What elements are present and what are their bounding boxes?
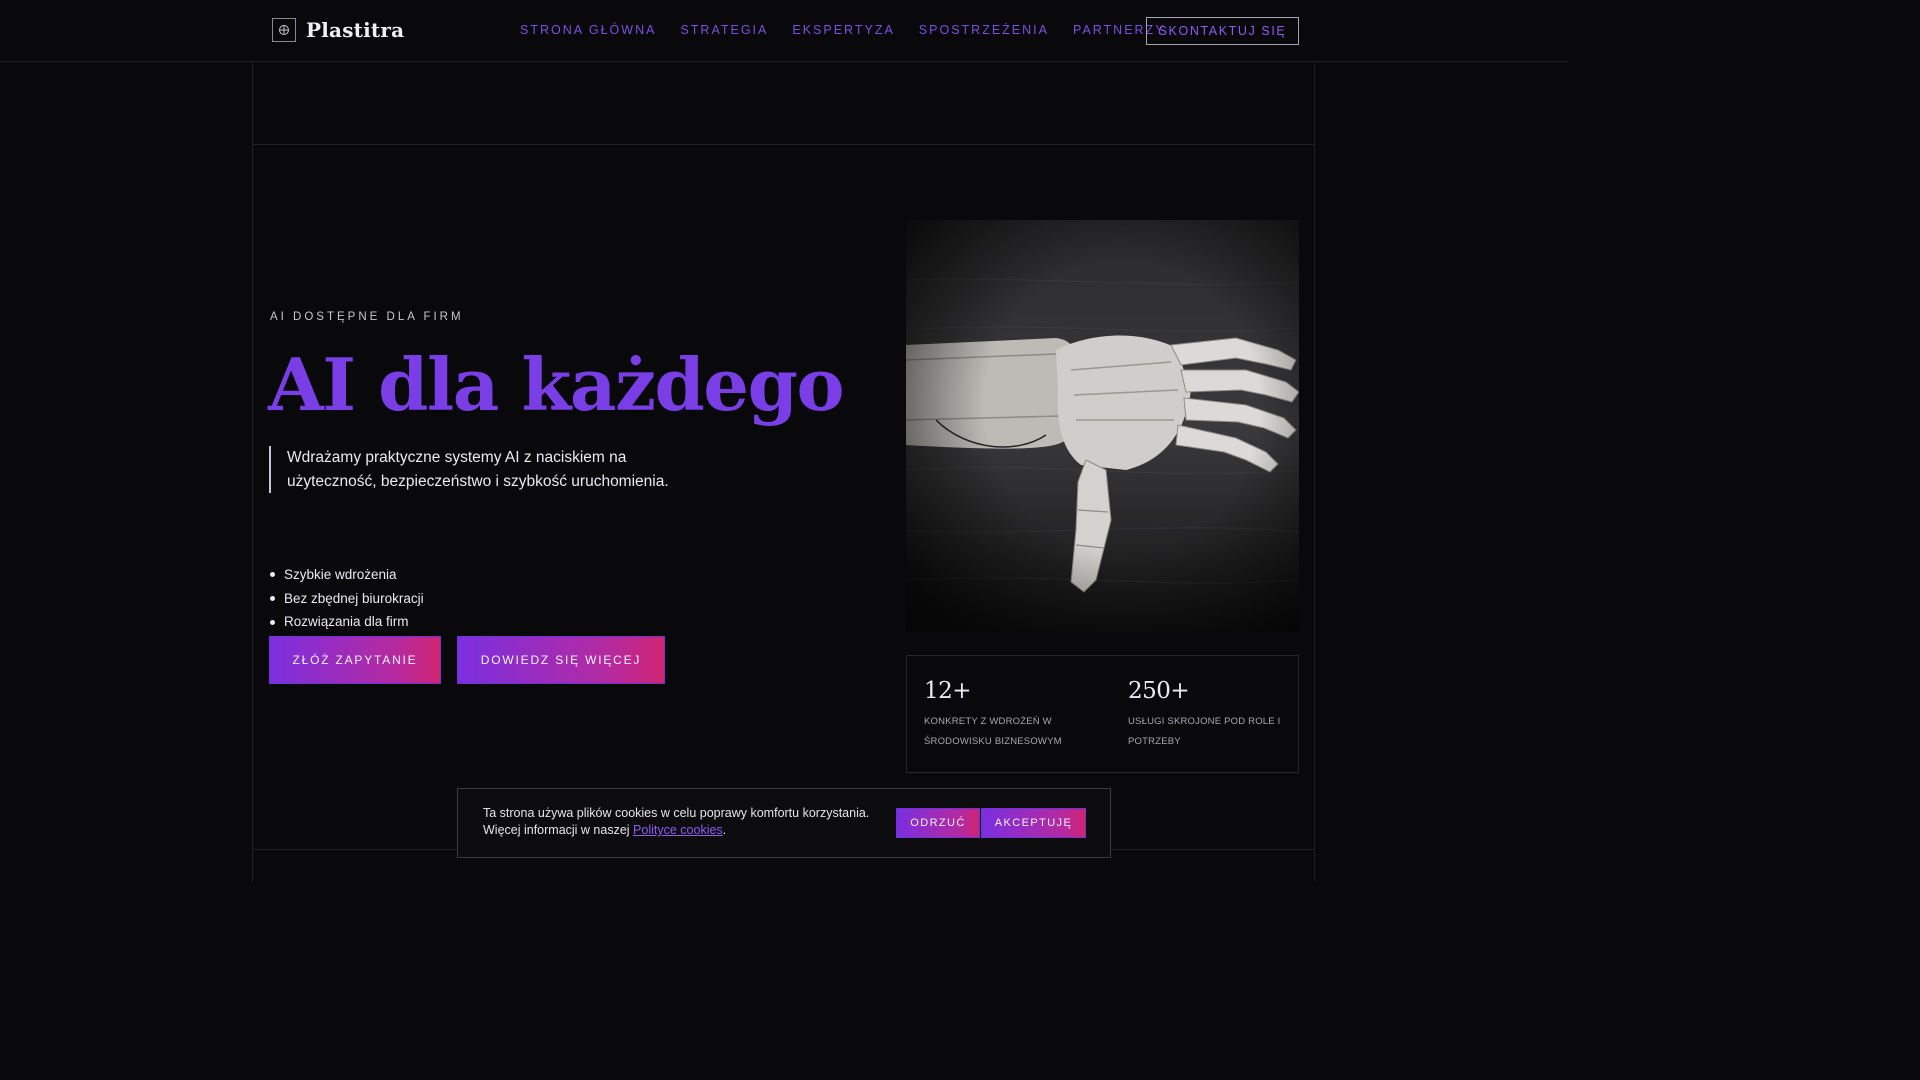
hero-eyebrow: AI DOSTĘPNE DLA FIRM <box>270 311 464 323</box>
list-item: Rozwiązania dla firm <box>270 610 424 634</box>
learn-more-button[interactable]: DOWIEDZ SIĘ WIĘCEJ <box>457 636 665 684</box>
frame-left-line <box>252 62 253 882</box>
cookie-text-prefix: Więcej informacji w naszej <box>483 823 634 837</box>
stat-label: KONKRETY Z WDROŻEŃ W ŚRODOWISKU BIZNESOW… <box>924 716 1062 747</box>
cookie-reject-button[interactable]: ODRZUĆ <box>896 808 980 838</box>
contact-button[interactable]: SKONTAKTUJ SIĘ <box>1146 17 1299 45</box>
bullet-text: Szybkie wdrożenia <box>284 567 397 582</box>
stats-panel: 12+ KONKRETY Z WDROŻEŃ W ŚRODOWISKU BIZN… <box>906 655 1299 773</box>
bullet-text: Rozwiązania dla firm <box>284 614 409 630</box>
logo[interactable]: Plastitra <box>272 18 404 42</box>
stat-value: 12+ <box>924 678 972 704</box>
submit-inquiry-button[interactable]: ZŁÓŻ ZAPYTANIE <box>269 636 441 684</box>
main-nav: STRONA GŁÓWNA STRATEGIA EKSPERTYZA SPOST… <box>520 23 1190 37</box>
nav-item-strategy[interactable]: STRATEGIA <box>680 23 768 37</box>
frame-right-line <box>1314 62 1315 882</box>
site-header: Plastitra STRONA GŁÓWNA STRATEGIA EKSPER… <box>0 0 1568 62</box>
nav-item-home[interactable]: STRONA GŁÓWNA <box>520 23 656 37</box>
cookie-policy-link[interactable]: Polityce cookies <box>633 823 723 837</box>
stat-item: 250+ USŁUGI SKROJONE POD ROLE I POTRZEBY <box>1128 678 1323 752</box>
cookie-banner: Ta strona używa plików cookies w celu po… <box>457 788 1111 858</box>
bullet-dot-icon <box>270 596 275 602</box>
list-item: Bez zbędnej biurokracji <box>270 587 424 611</box>
nav-item-insights[interactable]: SPOSTRZEŻENIA <box>919 23 1049 37</box>
frame-top-divider <box>253 144 1315 145</box>
hero-bullets: Szybkie wdrożenia Bez zbędnej biurokracj… <box>270 563 424 634</box>
robotic-hand-image <box>906 220 1299 632</box>
cookie-text-line1: Ta strona używa plików cookies w celu po… <box>483 806 870 820</box>
list-item: Szybkie wdrożenia <box>270 563 424 587</box>
stat-label: USŁUGI SKROJONE POD ROLE I POTRZEBY <box>1128 716 1281 747</box>
cookie-text-suffix: . <box>722 823 727 837</box>
bullet-dot-icon <box>270 572 275 578</box>
hero-title: AI dla każdego <box>268 342 844 427</box>
stat-value: 250+ <box>1128 678 1190 704</box>
bullet-text: Bez zbędnej biurokracji <box>284 590 424 606</box>
cookie-message: Ta strona używa plików cookies w celu po… <box>483 805 893 839</box>
stat-item: 12+ KONKRETY Z WDROŻEŃ W ŚRODOWISKU BIZN… <box>924 678 1119 752</box>
cookie-accept-button[interactable]: AKCEPTUJĘ <box>981 808 1086 838</box>
brand-name: Plastitra <box>306 18 405 42</box>
bullet-dot-icon <box>270 619 275 625</box>
hero-lead: Wdrażamy praktyczne systemy AI z naciski… <box>269 446 669 493</box>
logo-mark-icon <box>272 18 296 42</box>
nav-item-expertise[interactable]: EKSPERTYZA <box>792 23 894 37</box>
